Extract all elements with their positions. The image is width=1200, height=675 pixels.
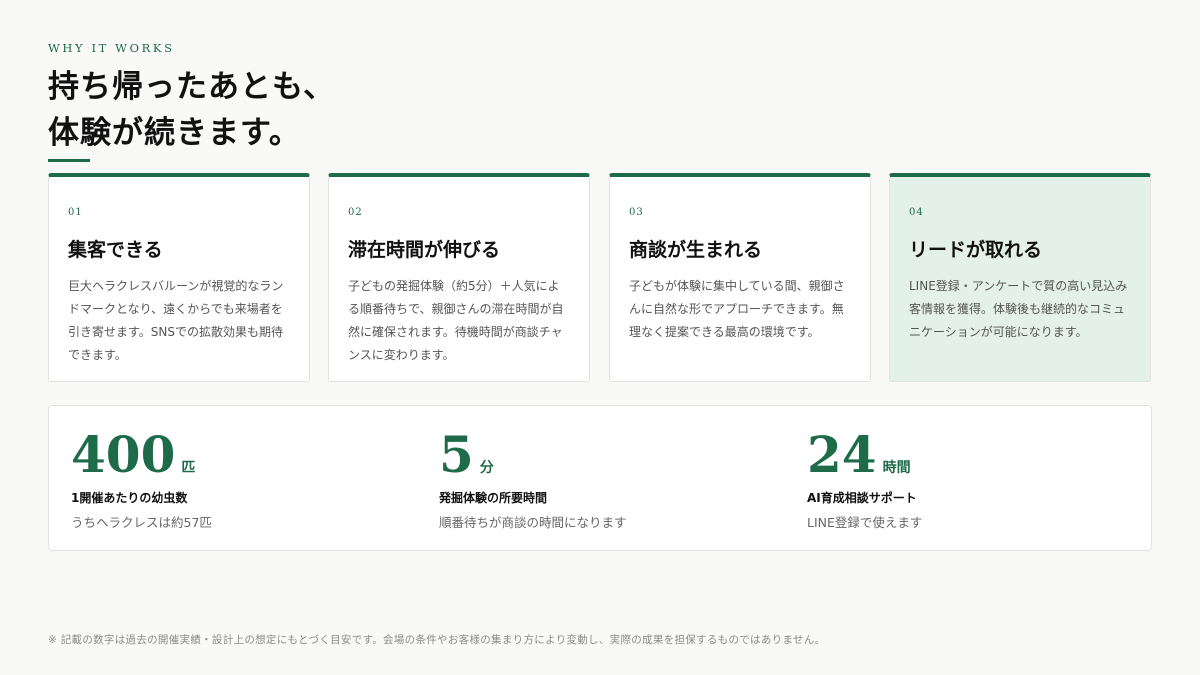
stat-subtext: うちヘラクレスは約57匹 xyxy=(71,515,212,530)
feature-card-leads: 04 リードが取れる LINE登録・アンケートで質の高い見込み客情報を獲得。体験… xyxy=(889,173,1151,382)
card-title: 集客できる xyxy=(68,239,163,261)
section-eyebrow: WHY IT WORKS xyxy=(48,41,175,55)
stat-label: AI育成相談サポート xyxy=(807,491,917,505)
card-title: リードが取れる xyxy=(909,239,1043,261)
feature-card-attract: 01 集客できる 巨大ヘラクレスバルーンが視覚的なランドマークとなり、遠くからで… xyxy=(48,173,310,382)
card-title: 商談が生まれる xyxy=(629,239,763,261)
card-number: 03 xyxy=(629,207,644,218)
stat-value: 24 xyxy=(807,425,877,484)
card-description: 子どもの発掘体験（約5分）＋人気による順番待ちで、親御さんの滞在時間が自然に確保… xyxy=(348,279,564,362)
stats-panel: 400 匹 1開催あたりの幼虫数 うちヘラクレスは約57匹 5 分 発掘体験の所… xyxy=(48,405,1152,551)
title-line-1: 持ち帰ったあとも、 xyxy=(48,69,336,105)
stat-subtext: 順番待ちが商談の時間になります xyxy=(439,515,627,530)
stat-ai-support: 24 時間 AI育成相談サポート LINE登録で使えます xyxy=(807,426,922,531)
card-number: 01 xyxy=(68,207,83,218)
stat-value: 5 xyxy=(439,425,474,484)
footnote: ※ 記載の数字は過去の開催実績・設計上の想定にもとづく目安です。会場の条件やお客… xyxy=(48,634,826,646)
slide: WHY IT WORKS 持ち帰ったあとも、 体験が続きます。 01 集客できる… xyxy=(0,0,1200,675)
stat-subtext: LINE登録で使えます xyxy=(807,515,923,530)
stat-value: 400 xyxy=(71,425,176,484)
card-description: 子どもが体験に集中している間、親御さんに自然な形でアプローチできます。無理なく提… xyxy=(629,279,845,339)
card-number: 02 xyxy=(348,207,363,218)
card-title: 滞在時間が伸びる xyxy=(348,239,501,261)
stat-unit: 匹 xyxy=(181,460,196,476)
card-description: LINE登録・アンケートで質の高い見込み客情報を獲得。体験後も継続的なコミュニケ… xyxy=(909,279,1128,339)
stat-unit: 時間 xyxy=(882,460,911,476)
feature-card-stay-time: 02 滞在時間が伸びる 子どもの発掘体験（約5分）＋人気による順番待ちで、親御さ… xyxy=(328,173,590,382)
stat-unit: 分 xyxy=(479,460,494,476)
stat-experience-time: 5 分 発掘体験の所要時間 順番待ちが商談の時間になります xyxy=(439,426,627,531)
card-number: 04 xyxy=(909,207,924,218)
stat-label: 発掘体験の所要時間 xyxy=(439,491,548,505)
title-underline xyxy=(48,159,90,162)
title-line-2: 体験が続きます。 xyxy=(48,115,301,151)
stat-larvae-count: 400 匹 1開催あたりの幼虫数 うちヘラクレスは約57匹 xyxy=(71,426,212,531)
page-title: 持ち帰ったあとも、 体験が続きます。 xyxy=(48,64,335,156)
feature-card-business: 03 商談が生まれる 子どもが体験に集中している間、親御さんに自然な形でアプロー… xyxy=(609,173,871,382)
stat-label: 1開催あたりの幼虫数 xyxy=(71,491,188,505)
card-description: 巨大ヘラクレスバルーンが視覚的なランドマークとなり、遠くからでも来場者を引き寄せ… xyxy=(68,279,284,362)
